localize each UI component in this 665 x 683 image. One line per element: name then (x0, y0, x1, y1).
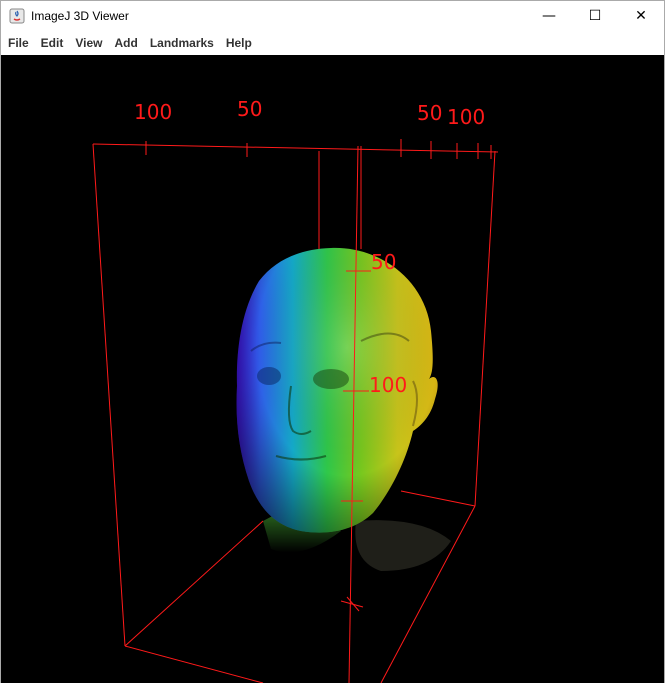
menu-help[interactable]: Help (220, 31, 258, 55)
java-app-icon (9, 8, 25, 24)
bounding-box-back (318, 146, 362, 249)
3d-viewport-canvas[interactable]: 100 50 50 100 50 100 (1, 55, 664, 683)
axis-label-top-left-50: 50 (237, 97, 262, 121)
axis-label-vertical-50: 50 (371, 250, 396, 274)
menu-add[interactable]: Add (108, 31, 143, 55)
close-button[interactable]: ✕ (618, 1, 664, 31)
close-icon: ✕ (635, 8, 647, 24)
title-bar[interactable]: ImageJ 3D Viewer — ☐ ✕ (1, 1, 664, 31)
axis-label-top-right-50: 50 (417, 101, 442, 125)
menu-landmarks[interactable]: Landmarks (144, 31, 220, 55)
menu-bar: File Edit View Add Landmarks Help (1, 31, 664, 55)
window-title: ImageJ 3D Viewer (31, 9, 129, 23)
menu-file[interactable]: File (1, 31, 35, 55)
menu-edit[interactable]: Edit (35, 31, 70, 55)
maximize-button[interactable]: ☐ (572, 1, 618, 31)
menu-view[interactable]: View (69, 31, 108, 55)
axis-label-top-left-100: 100 (134, 100, 172, 124)
axis-label-vertical-100: 100 (369, 373, 407, 397)
head-volume-rendering (236, 247, 451, 571)
minimize-button[interactable]: — (526, 1, 572, 31)
maximize-icon: ☐ (588, 8, 602, 24)
viewer-window: ImageJ 3D Viewer — ☐ ✕ File Edit View Ad… (0, 0, 665, 683)
axis-label-top-right-100: 100 (447, 105, 485, 129)
scene-svg: 100 50 50 100 50 100 (92, 97, 499, 683)
minimize-icon: — (542, 8, 556, 24)
